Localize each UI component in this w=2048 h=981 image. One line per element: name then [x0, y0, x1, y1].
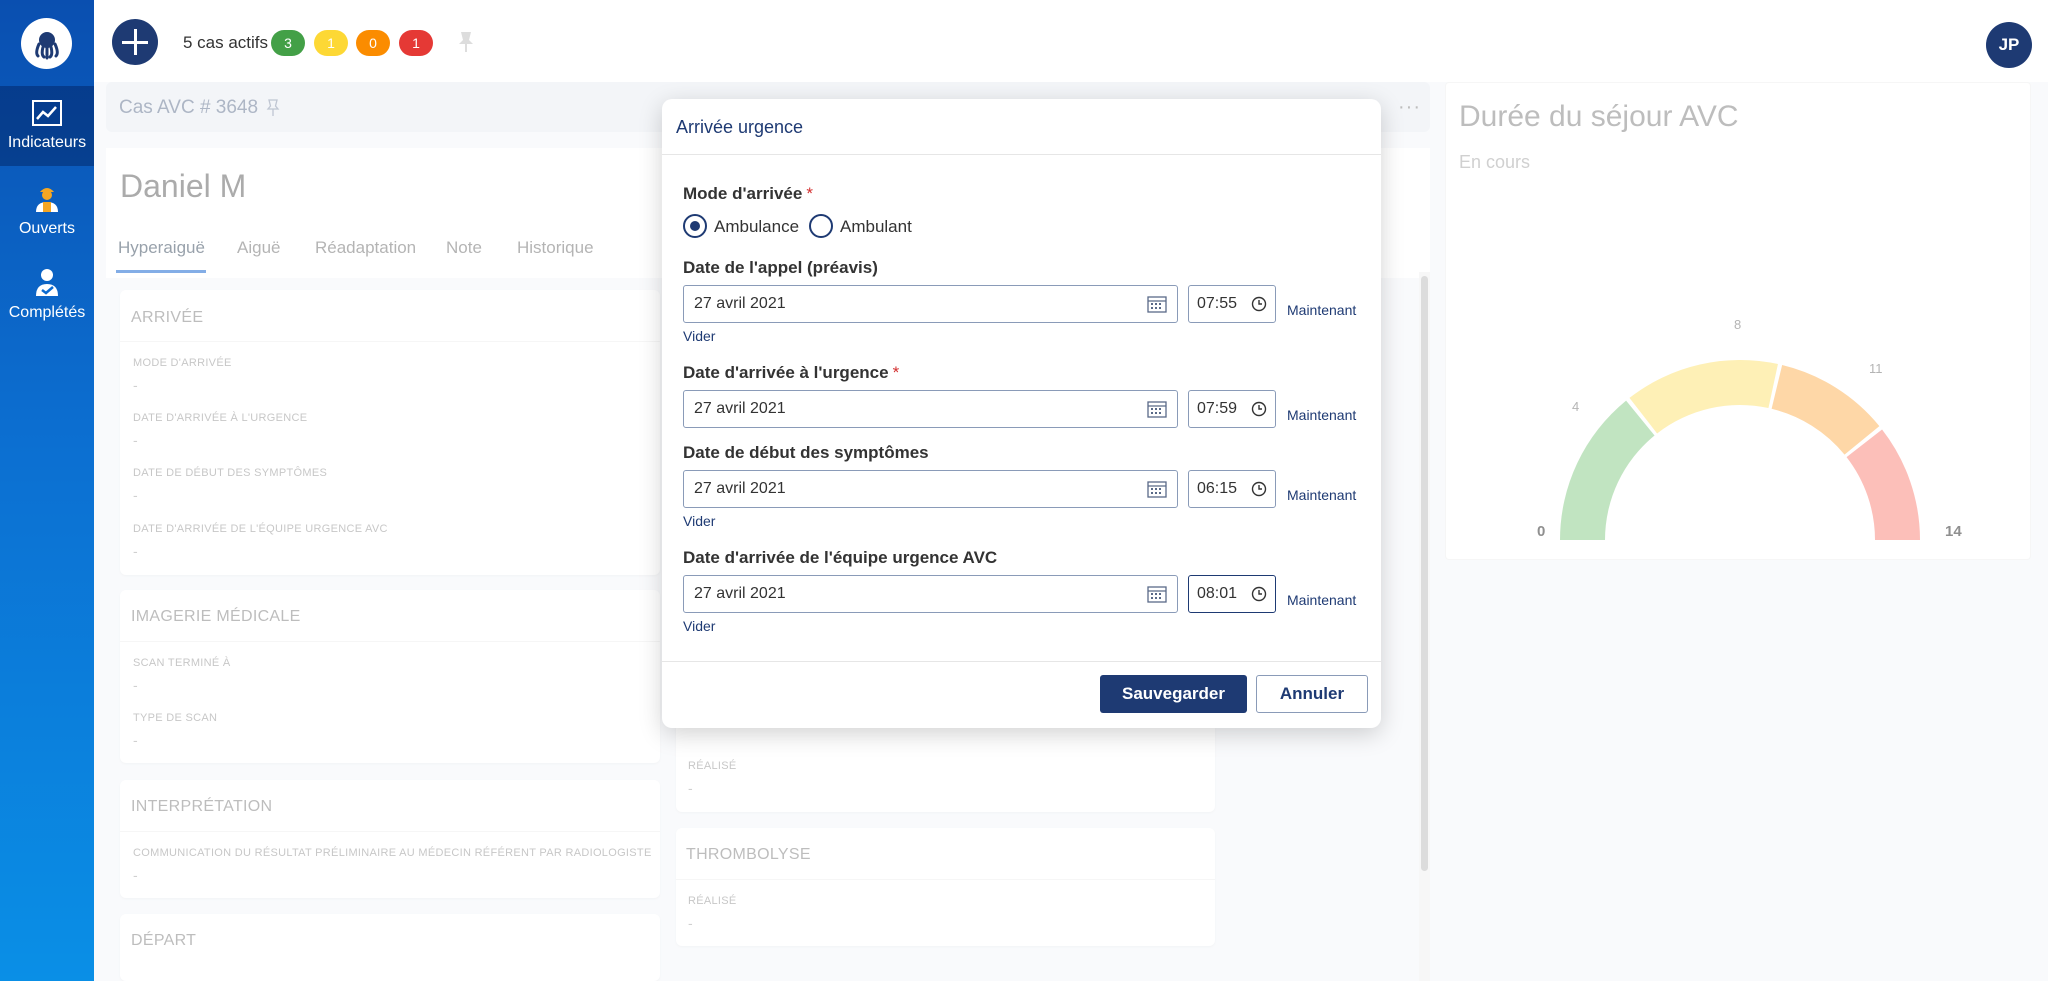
sidebar-item-label: Indicateurs [7, 134, 87, 151]
calendar-icon[interactable] [1147, 400, 1167, 418]
radio-label: Ambulant [840, 217, 912, 236]
now-link[interactable]: Maintenant [1287, 302, 1356, 318]
calendar-icon[interactable] [1147, 585, 1167, 603]
clear-link[interactable]: Vider [683, 513, 715, 529]
sidebar-item-completes[interactable]: Complétés [0, 256, 94, 336]
active-cases-label: 5 cas actifs [183, 33, 269, 52]
date-value: 27 avril 2021 [694, 400, 786, 417]
sidebar-item-label: Complétés [8, 304, 86, 321]
time-value: 07:55 [1197, 295, 1238, 312]
date-value: 27 avril 2021 [694, 585, 786, 602]
clock-icon[interactable] [1251, 401, 1267, 417]
logo[interactable] [21, 18, 72, 69]
time-arrivee-urgence-input[interactable]: 07:59 [1188, 390, 1276, 428]
clock-icon[interactable] [1251, 481, 1267, 497]
status-badge[interactable]: 1 [399, 30, 433, 56]
cancel-button[interactable]: Annuler [1256, 675, 1368, 713]
octopus-icon [34, 31, 59, 59]
status-badge[interactable]: 0 [356, 30, 390, 56]
status-badge[interactable]: 3 [271, 30, 305, 56]
date-arrivee-urgence-input[interactable]: 27 avril 2021 [683, 390, 1178, 428]
mode-arrivee-label: Mode d'arrivée * [683, 184, 813, 203]
sidebar-item-ouverts[interactable]: Ouverts [0, 172, 94, 252]
radio-ambulant[interactable] [809, 214, 833, 238]
time-appel-input[interactable]: 07:55 [1188, 285, 1276, 323]
status-badge[interactable]: 1 [314, 30, 348, 56]
time-value: 06:15 [1197, 480, 1238, 497]
user-hardhat-icon [36, 188, 58, 212]
modal-title: Arrivée urgence [676, 117, 804, 137]
sidebar-item-indicateurs[interactable]: Indicateurs [0, 86, 94, 166]
calendar-icon[interactable] [1147, 480, 1167, 498]
date-debut-symptomes-label: Date de début des symptômes [683, 443, 929, 462]
user-check-icon [36, 269, 58, 296]
time-value: 07:59 [1197, 400, 1238, 417]
calendar-icon[interactable] [1147, 295, 1167, 313]
date-value: 27 avril 2021 [694, 295, 786, 312]
sidebar: Indicateurs Ouverts Complétés [0, 0, 94, 981]
clock-icon[interactable] [1251, 296, 1267, 312]
save-button[interactable]: Sauvegarder [1100, 675, 1247, 713]
divider [662, 661, 1381, 662]
date-equipe-avc-input[interactable]: 27 avril 2021 [683, 575, 1178, 613]
date-debut-symptomes-input[interactable]: 27 avril 2021 [683, 470, 1178, 508]
time-value: 08:01 [1197, 585, 1238, 602]
pin-icon[interactable] [456, 30, 476, 54]
date-appel-label: Date de l'appel (préavis) [683, 258, 878, 277]
sidebar-item-label: Ouverts [18, 220, 75, 237]
divider [662, 154, 1381, 155]
radio-ambulance[interactable] [683, 214, 707, 238]
avatar[interactable]: JP [1986, 22, 2032, 68]
date-appel-input[interactable]: 27 avril 2021 [683, 285, 1178, 323]
now-link[interactable]: Maintenant [1287, 592, 1356, 608]
clock-icon[interactable] [1251, 586, 1267, 602]
time-equipe-avc-input[interactable]: 08:01 [1188, 575, 1276, 613]
date-arrivee-urgence-label: Date d'arrivée à l'urgence * [683, 363, 900, 382]
date-value: 27 avril 2021 [694, 480, 786, 497]
date-equipe-avc-label: Date d'arrivée de l'équipe urgence AVC [683, 548, 998, 567]
radio-label: Ambulance [714, 217, 800, 236]
add-case-button[interactable] [112, 19, 158, 65]
now-link[interactable]: Maintenant [1287, 407, 1356, 423]
clear-link[interactable]: Vider [683, 328, 715, 344]
now-link[interactable]: Maintenant [1287, 487, 1356, 503]
modal-arrivee-urgence: Arrivée urgence Mode d'arrivée * Ambulanc… [662, 99, 1381, 728]
clear-link[interactable]: Vider [683, 618, 715, 634]
chart-icon [32, 100, 62, 126]
time-debut-symptomes-input[interactable]: 06:15 [1188, 470, 1276, 508]
